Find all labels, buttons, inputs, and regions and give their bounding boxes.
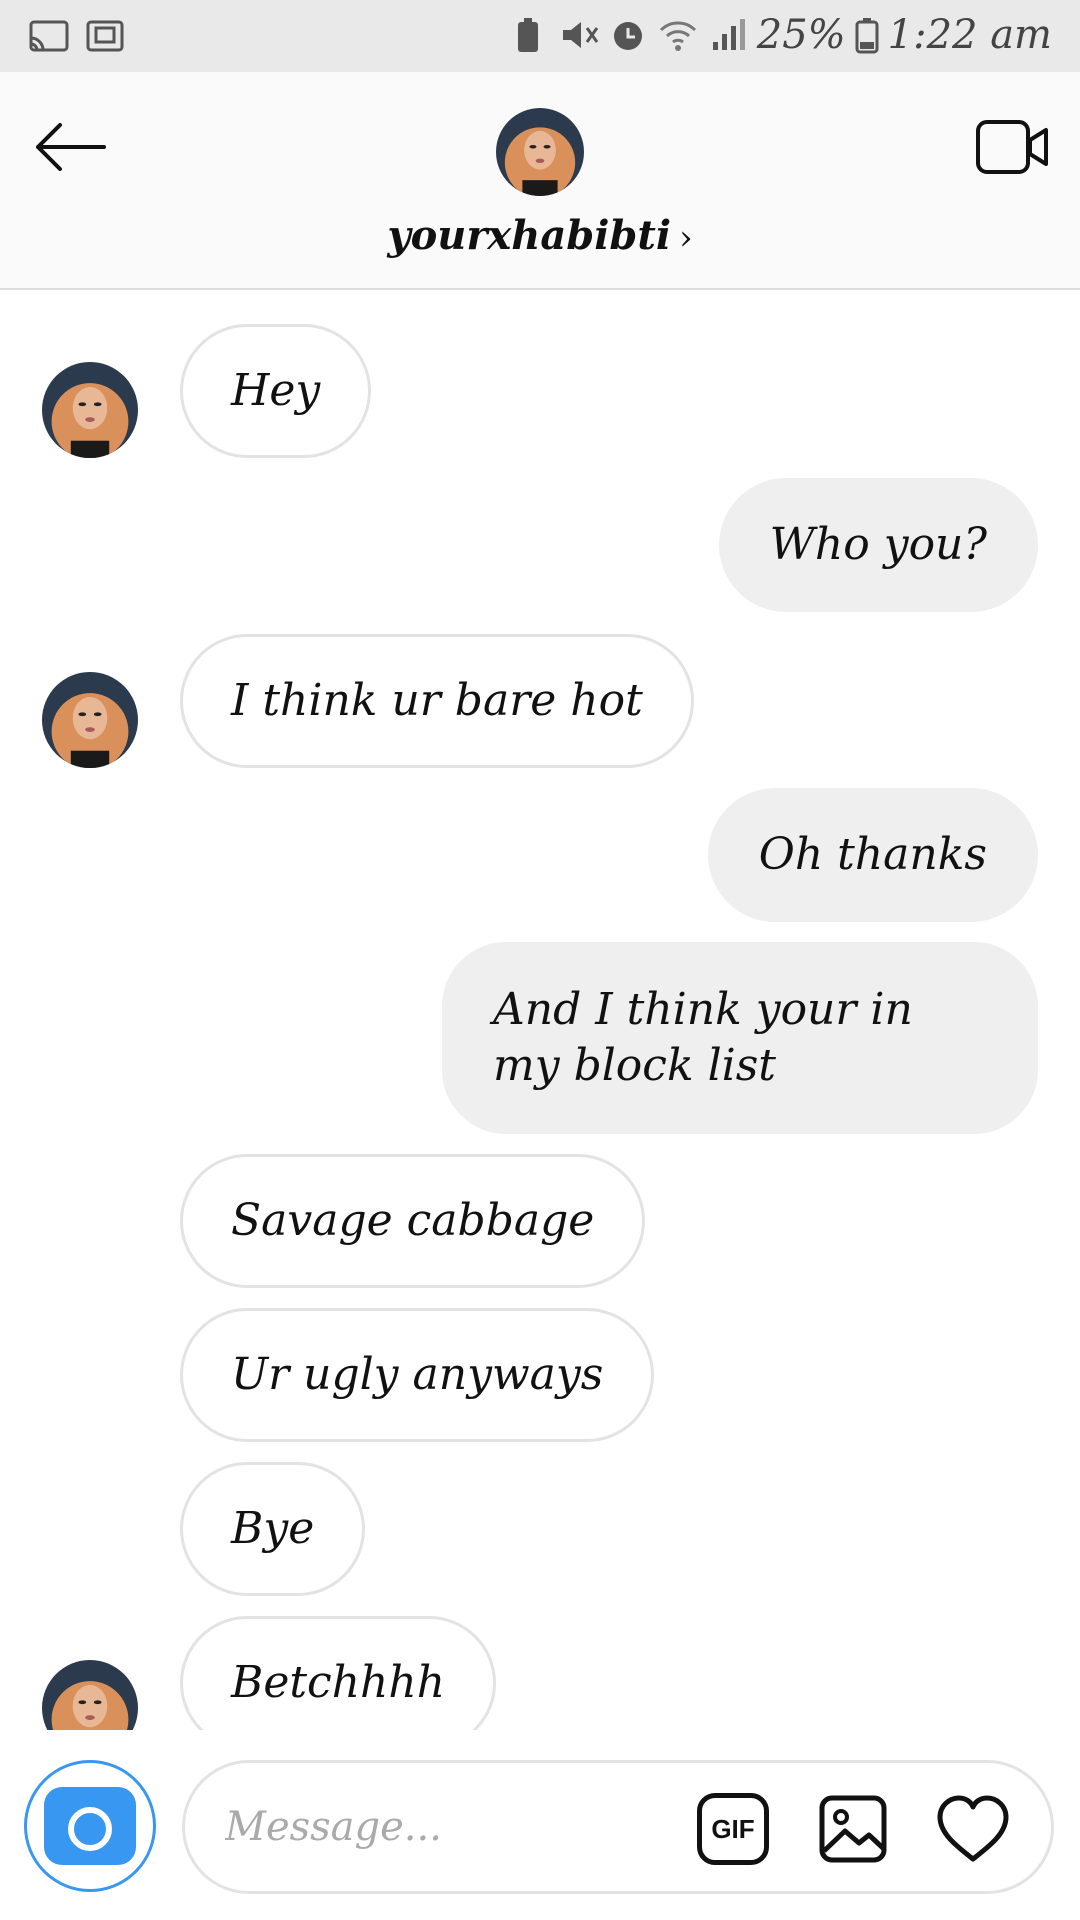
message-bubble-incoming[interactable]: Savage cabbage [180,1154,646,1288]
message-bubble-outgoing[interactable]: And I think your in my block list [442,942,1038,1134]
gif-button[interactable]: GIF [697,1793,769,1865]
mute-icon [562,22,598,48]
message-bubble-incoming[interactable]: Hey [180,324,372,458]
battery-saver-icon [517,18,538,52]
message-text: Betchhhh [231,1657,446,1708]
contact-username[interactable]: yourxhabibti › [0,212,1080,259]
battery-icon [855,18,879,54]
alarm-icon [613,22,642,50]
message-text: Oh thanks [758,829,987,880]
message-input[interactable] [225,1797,645,1857]
cast-icon [29,20,69,52]
wifi-icon [659,21,696,51]
gif-label: GIF [711,1813,755,1844]
message-bubble-incoming[interactable]: Bye [180,1462,366,1596]
camera-button[interactable] [24,1760,156,1892]
profile-photo [496,108,584,196]
message-text: I think ur bare hot [231,675,643,726]
camera-icon [44,1785,136,1865]
message-text: Ur ugly anyways [231,1349,604,1400]
message-text: Hey [231,365,321,416]
message-thread[interactable]: Hey Who you? I think ur bare hot Oh than… [0,290,1080,1730]
message-composer: GIF [0,1740,1080,1920]
message-text: And I think your in my block list [493,984,913,1091]
signal-icon [712,19,745,50]
chat-header: yourxhabibti › [0,72,1080,290]
profile-photo [42,362,138,458]
username-text: yourxhabibti [387,212,672,259]
heart-icon[interactable] [935,1793,1011,1865]
sender-avatar[interactable] [42,1660,138,1730]
message-bubble-incoming[interactable]: Betchhhh [180,1616,497,1730]
clock: 1:22 am [887,12,1052,58]
status-bar: 25% 1:22 am [0,0,1080,72]
back-arrow-icon[interactable] [30,112,110,182]
profile-photo [42,1660,138,1730]
image-icon[interactable] [817,1793,889,1865]
sender-avatar[interactable] [42,362,138,458]
screen-mirror-icon [86,20,124,52]
profile-photo [42,672,138,768]
message-text: Bye [231,1503,315,1554]
message-bubble-outgoing[interactable]: Who you? [718,478,1038,612]
battery-percent: 25% [756,12,846,58]
message-bubble-outgoing[interactable]: Oh thanks [707,788,1038,922]
message-field[interactable]: GIF [182,1760,1054,1894]
chevron-right-icon: › [679,218,693,258]
message-bubble-incoming[interactable]: Ur ugly anyways [180,1308,655,1442]
header-avatar[interactable] [496,108,584,196]
video-call-icon[interactable] [972,112,1052,182]
sender-avatar[interactable] [42,672,138,768]
message-text: Savage cabbage [231,1195,595,1246]
message-bubble-incoming[interactable]: I think ur bare hot [180,634,694,768]
message-text: Who you? [769,519,987,570]
